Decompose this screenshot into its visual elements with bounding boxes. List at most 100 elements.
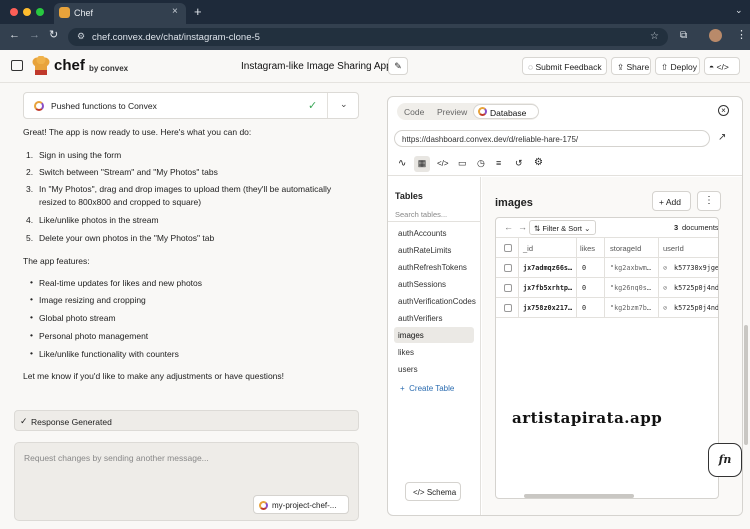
search-tables-input[interactable]: Search tables... xyxy=(395,210,447,219)
open-external-icon[interactable]: ↗ xyxy=(718,132,726,143)
more-options-icon[interactable]: ⋮ xyxy=(697,191,721,211)
create-table-button[interactable]: + Create Table xyxy=(400,384,454,393)
column-header-userid[interactable]: userId xyxy=(663,244,684,253)
table-item-images[interactable]: images xyxy=(398,331,424,340)
headset-icon[interactable]: ◓ xyxy=(709,62,714,72)
table-item-authrefreshtokens[interactable]: authRefreshTokens xyxy=(398,263,467,272)
table-row[interactable]: jx7admqz66s… 0 "kg2axbwm… ⊘ k57730x9jge xyxy=(496,258,718,278)
link-icon[interactable]: ⊘ xyxy=(663,284,667,292)
close-panel-icon[interactable]: × xyxy=(718,105,729,116)
cell-userid[interactable]: k5725p0j4nd xyxy=(674,284,718,292)
tool-call-card[interactable]: Pushed functions to Convex ✓ ⌄ xyxy=(23,92,359,119)
files-icon[interactable]: ▭ xyxy=(458,158,467,169)
card-divider xyxy=(327,93,328,118)
chef-favicon-icon xyxy=(59,7,70,18)
deploy-button[interactable]: ⇧ Deploy xyxy=(655,57,700,75)
cell-id[interactable]: jx758z0x217… xyxy=(523,304,575,312)
edit-title-icon[interactable]: ✎ xyxy=(388,57,408,75)
back-icon[interactable]: ← xyxy=(9,29,20,41)
dashboard-url-bar[interactable]: https://dashboard.convex.dev/d/reliable-… xyxy=(394,130,710,147)
message-input-box[interactable]: Request changes by sending another messa… xyxy=(14,442,359,521)
browser-tab[interactable]: Chef × xyxy=(54,3,186,24)
cell-likes[interactable]: 0 xyxy=(582,264,586,272)
table-filter-bar: ← → ⇅ Filter & Sort ⌄ 3 documents xyxy=(496,218,718,238)
add-document-button[interactable]: + Add xyxy=(652,191,691,211)
reload-icon[interactable]: ↻ xyxy=(49,28,58,41)
table-item-authratelimits[interactable]: authRateLimits xyxy=(398,246,451,255)
table-item-likes[interactable]: likes xyxy=(398,348,414,357)
column-header-id[interactable]: _id xyxy=(523,244,533,253)
link-icon[interactable]: ⊘ xyxy=(663,304,667,312)
history-icon[interactable]: ↺ xyxy=(515,158,523,169)
chevron-down-icon[interactable]: ⌄ xyxy=(340,99,348,110)
table-item-authaccounts[interactable]: authAccounts xyxy=(398,229,446,238)
table-row[interactable]: jx7fb5xrhtp… 0 "kg26nq0s… ⊘ k5725p0j4nd xyxy=(496,278,718,298)
share-label: Share xyxy=(626,62,650,72)
bookmark-star-icon[interactable]: ☆ xyxy=(650,31,659,42)
extensions-icon[interactable]: ⧉ xyxy=(680,30,687,41)
cell-likes[interactable]: 0 xyxy=(582,284,586,292)
health-icon[interactable]: ∿ xyxy=(398,158,406,169)
feature-item: Personal photo management xyxy=(39,331,149,341)
feature-item: Image resizing and cropping xyxy=(39,295,146,305)
share-button[interactable]: ⇪ Share xyxy=(611,57,651,75)
row-checkbox[interactable] xyxy=(504,304,512,312)
table-item-authverificationcodes[interactable]: authVerificationCodes xyxy=(398,297,476,306)
table-item-authsessions[interactable]: authSessions xyxy=(398,280,446,289)
forward-icon[interactable]: → xyxy=(29,29,40,41)
link-icon[interactable]: ⊘ xyxy=(663,264,667,272)
next-arrow-icon[interactable]: → xyxy=(518,222,527,232)
functions-code-icon[interactable]: </> xyxy=(437,159,449,168)
tab-search-icon[interactable]: ⌄ xyxy=(735,5,743,16)
minimize-window-button[interactable] xyxy=(23,8,31,16)
settings-gear-icon[interactable]: ⚙ xyxy=(534,157,543,168)
close-window-button[interactable] xyxy=(10,8,18,16)
maximize-window-button[interactable] xyxy=(36,8,44,16)
sidebar-toggle-icon[interactable] xyxy=(11,60,23,71)
add-plus-icon: + xyxy=(659,197,664,207)
schedules-icon[interactable]: ◷ xyxy=(477,158,485,169)
address-bar[interactable]: ⚙ chef.convex.dev/chat/instagram-clone-5… xyxy=(68,28,668,46)
select-all-checkbox[interactable] xyxy=(504,244,512,252)
code-view-icon[interactable]: </> xyxy=(717,62,729,72)
cell-likes[interactable]: 0 xyxy=(582,304,586,312)
column-header-likes[interactable]: likes xyxy=(580,244,595,253)
table-item-users[interactable]: users xyxy=(398,365,418,374)
cell-storageid[interactable]: "kg2axbwm… xyxy=(610,264,657,272)
filter-sort-button[interactable]: ⇅ Filter & Sort ⌄ xyxy=(529,220,596,235)
cell-userid[interactable]: k5725p0j4nd xyxy=(674,304,718,312)
site-info-icon[interactable]: ⚙ xyxy=(77,31,85,42)
plus-icon: + xyxy=(400,384,405,393)
project-chip[interactable]: my-project-chef-... xyxy=(253,495,349,514)
table-item-authverifiers[interactable]: authVerifiers xyxy=(398,314,442,323)
browser-menu-icon[interactable]: ⋮ xyxy=(736,28,747,41)
tab-database[interactable]: Database xyxy=(473,104,539,119)
outro-text: Let me know if you'd like to make any ad… xyxy=(23,371,285,381)
logs-icon[interactable]: ≡ xyxy=(496,158,501,168)
data-table-icon[interactable]: ▦ xyxy=(414,156,430,172)
tab-code[interactable]: Code xyxy=(404,107,424,117)
column-header-storageid[interactable]: storageId xyxy=(610,244,641,253)
cell-id[interactable]: jx7fb5xrhtp… xyxy=(523,284,575,292)
profile-avatar[interactable] xyxy=(709,29,722,42)
new-tab-button[interactable]: + xyxy=(194,4,202,19)
row-checkbox[interactable] xyxy=(504,284,512,292)
cell-storageid[interactable]: "kg2bzm7b… xyxy=(610,304,657,312)
schema-button[interactable]: </> Schema xyxy=(405,482,461,501)
row-checkbox[interactable] xyxy=(504,264,512,272)
cell-storageid[interactable]: "kg26nq0s… xyxy=(610,284,657,292)
submit-feedback-button[interactable]: ◌ Submit Feedback xyxy=(522,57,607,75)
function-runner-button[interactable]: fn xyxy=(708,443,742,477)
horizontal-scrollbar[interactable] xyxy=(524,494,634,498)
table-row[interactable]: jx758z0x217… 0 "kg2bzm7b… ⊘ k5725p0j4nd xyxy=(496,278,718,318)
browser-tab-strip: Chef × + ⌄ xyxy=(0,0,750,24)
view-toggle[interactable]: ◓ </> xyxy=(704,57,740,75)
workbench-panel: Code Preview Database × https://dashboar… xyxy=(387,96,743,516)
tab-preview[interactable]: Preview xyxy=(437,107,467,117)
cell-id[interactable]: jx7admqz66s… xyxy=(523,264,575,272)
prev-arrow-icon[interactable]: ← xyxy=(504,222,513,232)
close-tab-icon[interactable]: × xyxy=(172,6,178,17)
document-count: 3 xyxy=(674,223,679,232)
cell-userid[interactable]: k57730x9jge xyxy=(674,264,718,272)
page-scrollbar[interactable] xyxy=(744,325,748,445)
